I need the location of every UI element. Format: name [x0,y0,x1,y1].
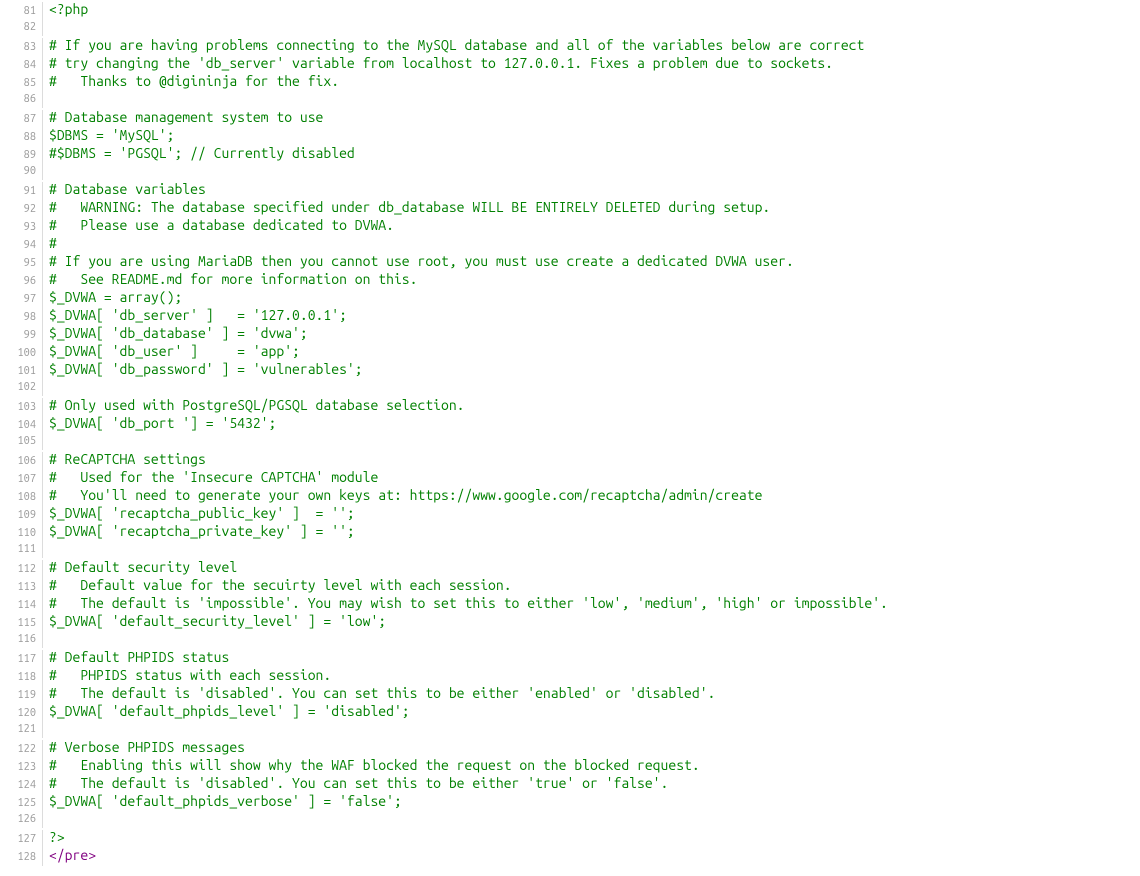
code-line: 122# Verbose PHPIDS messages [0,738,1140,756]
code-text: # Database variables [43,180,206,198]
code-line: 125$_DVWA[ 'default_phpids_verbose' ] = … [0,792,1140,810]
code-line: 88$DBMS = 'MySQL'; [0,126,1140,144]
code-line: 103# Only used with PostgreSQL/PGSQL dat… [0,396,1140,414]
code-text: </pre> [43,846,96,864]
code-line: 93# Please use a database dedicated to D… [0,216,1140,234]
code-text: $_DVWA[ 'default_phpids_verbose' ] = 'fa… [43,792,402,810]
code-text: # Verbose PHPIDS messages [43,738,245,756]
code-line: 118# PHPIDS status with each session. [0,666,1140,684]
code-text: <?php [43,0,88,18]
code-text: # If you are using MariaDB then you cann… [43,252,794,270]
code-line: 101$_DVWA[ 'db_password' ] = 'vulnerable… [0,360,1140,378]
line-number: 102 [0,378,43,396]
code-text: # PHPIDS status with each session. [43,666,331,684]
code-line: 121 [0,720,1140,738]
code-text: $_DVWA[ 'db_database' ] = 'dvwa'; [43,324,308,342]
code-line: 107# Used for the 'Insecure CAPTCHA' mod… [0,468,1140,486]
code-text: # Default value for the secuirty level w… [43,576,512,594]
code-text: # Default PHPIDS status [43,648,229,666]
code-text: # try changing the 'db_server' variable … [43,54,833,72]
code-line: 90 [0,162,1140,180]
code-text: # See README.md for more information on … [43,270,417,288]
code-line: 124# The default is 'disabled'. You can … [0,774,1140,792]
code-line: 113# Default value for the secuirty leve… [0,576,1140,594]
code-text: # ReCAPTCHA settings [43,450,206,468]
code-text: $_DVWA[ 'db_user' ] = 'app'; [43,342,300,360]
code-text: $_DVWA[ 'default_phpids_level' ] = 'disa… [43,702,410,720]
code-line: 84# try changing the 'db_server' variabl… [0,54,1140,72]
line-number: 126 [0,810,43,828]
code-line: 94# [0,234,1140,252]
code-line: 117# Default PHPIDS status [0,648,1140,666]
code-text: # Enabling this will show why the WAF bl… [43,756,700,774]
code-line: 83# If you are having problems connectin… [0,36,1140,54]
code-text: # The default is 'disabled'. You can set… [43,684,715,702]
code-text: $_DVWA[ 'recaptcha_private_key' ] = ''; [43,522,355,540]
code-text: # [43,234,57,252]
code-line: 91# Database variables [0,180,1140,198]
code-line: 81<?php [0,0,1140,18]
line-number: 90 [0,162,43,180]
code-line: 106# ReCAPTCHA settings [0,450,1140,468]
code-text: # If you are having problems connecting … [43,36,864,54]
line-number: 121 [0,720,43,738]
code-text: # You'll need to generate your own keys … [43,486,762,504]
code-line: 110$_DVWA[ 'recaptcha_private_key' ] = '… [0,522,1140,540]
code-line: 114# The default is 'impossible'. You ma… [0,594,1140,612]
code-text: # Please use a database dedicated to DVW… [43,216,394,234]
code-line: 109$_DVWA[ 'recaptcha_public_key' ] = ''… [0,504,1140,522]
code-line: 100$_DVWA[ 'db_user' ] = 'app'; [0,342,1140,360]
code-text: # Database management system to use [43,108,323,126]
code-line: 112# Default security level [0,558,1140,576]
code-line: 126 [0,810,1140,828]
code-text: $_DVWA[ 'db_server' ] = '127.0.0.1'; [43,306,347,324]
code-line: 116 [0,630,1140,648]
code-line: 108# You'll need to generate your own ke… [0,486,1140,504]
code-text: $_DVWA[ 'recaptcha_public_key' ] = ''; [43,504,355,522]
code-line: 92# WARNING: The database specified unde… [0,198,1140,216]
code-line: 115$_DVWA[ 'default_security_level' ] = … [0,612,1140,630]
code-line: 99$_DVWA[ 'db_database' ] = 'dvwa'; [0,324,1140,342]
line-number: 82 [0,18,43,36]
code-line: 102 [0,378,1140,396]
code-line: 96# See README.md for more information o… [0,270,1140,288]
code-text: $_DVWA[ 'db_password' ] = 'vulnerables'; [43,360,363,378]
code-text: $_DVWA[ 'default_security_level' ] = 'lo… [43,612,386,630]
code-text: $_DVWA = array(); [43,288,182,306]
code-text: # Thanks to @digininja for the fix. [43,72,339,90]
code-text: #$DBMS = 'PGSQL'; // Currently disabled [43,144,355,162]
code-block: 81<?php8283# If you are having problems … [0,0,1140,864]
code-line: 120$_DVWA[ 'default_phpids_level' ] = 'd… [0,702,1140,720]
code-text: ?> [43,828,65,846]
code-line: 119# The default is 'disabled'. You can … [0,684,1140,702]
code-line: 85# Thanks to @digininja for the fix. [0,72,1140,90]
line-number: 128 [0,848,43,866]
code-line: 104$_DVWA[ 'db_port '] = '5432'; [0,414,1140,432]
code-line: 127?> [0,828,1140,846]
code-text: # The default is 'disabled'. You can set… [43,774,668,792]
code-text: $DBMS = 'MySQL'; [43,126,174,144]
code-line: 95# If you are using MariaDB then you ca… [0,252,1140,270]
code-line: 87# Database management system to use [0,108,1140,126]
line-number: 105 [0,432,43,450]
code-line: 89#$DBMS = 'PGSQL'; // Currently disable… [0,144,1140,162]
code-line: 86 [0,90,1140,108]
line-number: 111 [0,540,43,558]
code-text: # The default is 'impossible'. You may w… [43,594,888,612]
code-text: # Default security level [43,558,237,576]
code-line: 128</pre> [0,846,1140,864]
code-line: 82 [0,18,1140,36]
code-line: 123# Enabling this will show why the WAF… [0,756,1140,774]
code-line: 111 [0,540,1140,558]
code-line: 98$_DVWA[ 'db_server' ] = '127.0.0.1'; [0,306,1140,324]
code-line: 97$_DVWA = array(); [0,288,1140,306]
code-text: # Only used with PostgreSQL/PGSQL databa… [43,396,465,414]
line-number: 116 [0,630,43,648]
code-text: # WARNING: The database specified under … [43,198,770,216]
line-number: 86 [0,90,43,108]
code-line: 105 [0,432,1140,450]
code-text: # Used for the 'Insecure CAPTCHA' module [43,468,378,486]
code-text: $_DVWA[ 'db_port '] = '5432'; [43,414,276,432]
